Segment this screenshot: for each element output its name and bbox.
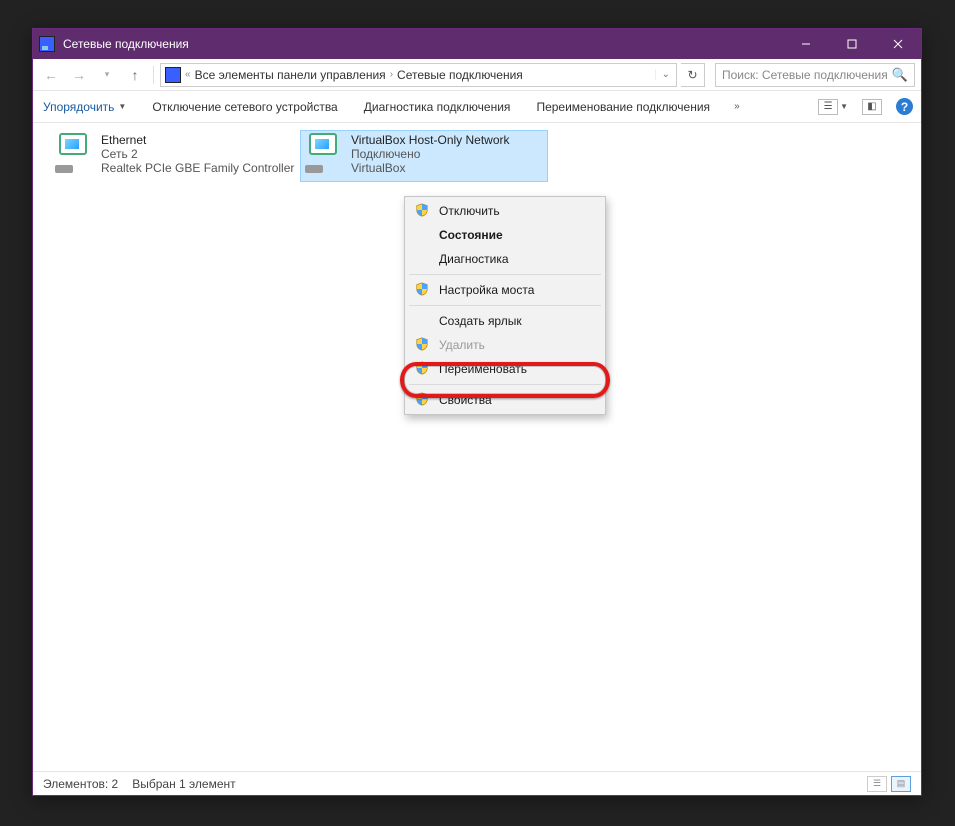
- breadcrumb[interactable]: « Все элементы панели управления › Сетев…: [160, 63, 677, 87]
- context-menu-item[interactable]: Создать ярлык: [407, 309, 603, 333]
- shield-icon: [415, 282, 429, 296]
- view-mode-button[interactable]: ☰: [818, 99, 838, 115]
- app-icon: [39, 36, 55, 52]
- search-placeholder: Поиск: Сетевые подключения: [722, 68, 888, 82]
- organize-button[interactable]: Упорядочить ▼: [41, 96, 128, 118]
- context-menu-item[interactable]: Диагностика: [407, 247, 603, 271]
- search-icon: 🔍: [892, 67, 908, 83]
- breadcrumb-item[interactable]: Все элементы панели управления: [195, 68, 386, 82]
- connection-item-ethernet[interactable]: Ethernet Сеть 2 Realtek PCIe GBE Family …: [51, 131, 297, 181]
- context-menu-label: Отключить: [439, 204, 500, 218]
- window-controls: [783, 29, 921, 59]
- rename-button[interactable]: Переименование подключения: [534, 96, 712, 118]
- connection-name: VirtualBox Host-Only Network: [351, 133, 510, 147]
- connection-status: Сеть 2: [101, 147, 294, 161]
- context-menu-separator: [409, 274, 601, 275]
- chevron-down-icon: ▼: [118, 102, 126, 111]
- minimize-button[interactable]: [783, 29, 829, 59]
- network-adapter-icon: [303, 133, 345, 175]
- explorer-window: Сетевые подключения ← → ▾ ↑ « Все элемен…: [32, 28, 922, 796]
- content-area: Ethernet Сеть 2 Realtek PCIe GBE Family …: [33, 123, 921, 771]
- connection-text: VirtualBox Host-Only Network Подключено …: [351, 133, 510, 175]
- context-menu-label: Свойства: [439, 393, 492, 407]
- connection-name: Ethernet: [101, 133, 294, 147]
- context-menu-item[interactable]: Состояние: [407, 223, 603, 247]
- disable-device-button[interactable]: Отключение сетевого устройства: [150, 96, 339, 118]
- search-input[interactable]: Поиск: Сетевые подключения 🔍: [715, 63, 915, 87]
- toolbar-right: ☰ ▼ ◧ ?: [818, 98, 913, 115]
- connection-item-virtualbox[interactable]: VirtualBox Host-Only Network Подключено …: [301, 131, 547, 181]
- command-bar: Упорядочить ▼ Отключение сетевого устрой…: [33, 91, 921, 123]
- context-menu-item[interactable]: Настройка моста: [407, 278, 603, 302]
- connection-status: Подключено: [351, 147, 510, 161]
- maximize-button[interactable]: [829, 29, 875, 59]
- shield-icon: [415, 392, 429, 406]
- close-button[interactable]: [875, 29, 921, 59]
- status-bar: Элементов: 2 Выбран 1 элемент ☰ ▤: [33, 771, 921, 795]
- refresh-button[interactable]: ↻: [681, 63, 705, 87]
- context-menu-item[interactable]: Свойства: [407, 388, 603, 412]
- context-menu-label: Удалить: [439, 338, 485, 352]
- breadcrumb-item[interactable]: Сетевые подключения: [397, 68, 523, 82]
- chevron-icon: ›: [390, 69, 393, 80]
- connection-detail: VirtualBox: [351, 161, 510, 175]
- up-button[interactable]: ↑: [123, 63, 147, 87]
- context-menu-label: Создать ярлык: [439, 314, 522, 328]
- forward-button[interactable]: →: [67, 63, 91, 87]
- help-button[interactable]: ?: [896, 98, 913, 115]
- shield-icon: [415, 361, 429, 375]
- details-view-button[interactable]: ☰: [867, 776, 887, 792]
- shield-icon: [415, 203, 429, 217]
- titlebar: Сетевые подключения: [33, 29, 921, 59]
- context-menu-separator: [409, 384, 601, 385]
- preview-pane-button[interactable]: ◧: [862, 99, 882, 115]
- back-button[interactable]: ←: [39, 63, 63, 87]
- context-menu-item: Удалить: [407, 333, 603, 357]
- nav-bar: ← → ▾ ↑ « Все элементы панели управления…: [33, 59, 921, 91]
- connection-detail: Realtek PCIe GBE Family Controller: [101, 161, 294, 175]
- context-menu-label: Настройка моста: [439, 283, 534, 297]
- window-title: Сетевые подключения: [63, 37, 189, 51]
- context-menu-item[interactable]: Отключить: [407, 199, 603, 223]
- connection-text: Ethernet Сеть 2 Realtek PCIe GBE Family …: [101, 133, 294, 175]
- chevron-icon: «: [185, 69, 191, 80]
- toolbar-overflow[interactable]: »: [734, 101, 740, 112]
- diagnose-button[interactable]: Диагностика подключения: [362, 96, 513, 118]
- recent-dropdown[interactable]: ▾: [95, 63, 119, 87]
- context-menu: Отключить Состояние Диагностика Настройка м…: [404, 196, 606, 415]
- breadcrumb-dropdown[interactable]: ⌄: [655, 69, 676, 80]
- network-adapter-icon: [53, 133, 95, 175]
- context-menu-label: Состояние: [439, 228, 503, 242]
- status-selection: Выбран 1 элемент: [132, 777, 235, 791]
- shield-icon: [415, 337, 429, 351]
- organize-label: Упорядочить: [43, 100, 114, 114]
- context-menu-label: Переименовать: [439, 362, 527, 376]
- context-menu-separator: [409, 305, 601, 306]
- context-menu-label: Диагностика: [439, 252, 509, 266]
- separator: [153, 66, 154, 84]
- chevron-down-icon: ▼: [840, 102, 848, 111]
- tiles-view-button[interactable]: ▤: [891, 776, 911, 792]
- status-count: Элементов: 2: [43, 777, 118, 791]
- location-icon: [165, 67, 181, 83]
- context-menu-item[interactable]: Переименовать: [407, 357, 603, 381]
